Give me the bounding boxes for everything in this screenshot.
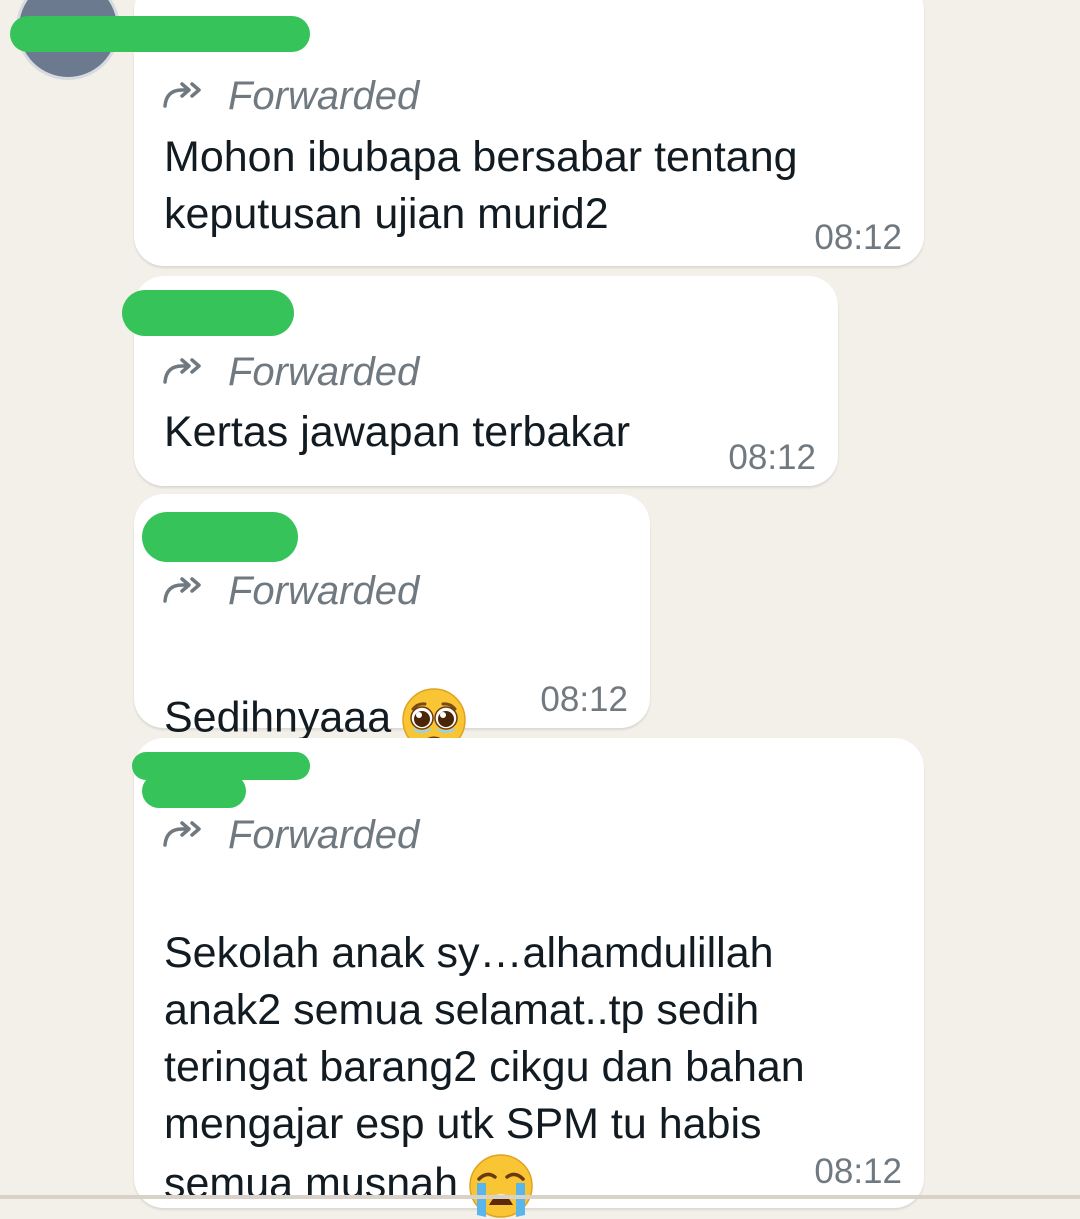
- message-text-line: Sedihnyaaa: [164, 630, 467, 753]
- message-bubble-2[interactable]: Forwarded Kertas jawapan terbakar 08:12: [122, 276, 838, 486]
- message-text: Kertas jawapan terbakar: [164, 408, 631, 456]
- screen-bottom-edge: [0, 1195, 1080, 1199]
- message-text-block: Sekolah anak sy…alhamdulillah anak2 semu…: [164, 868, 805, 1219]
- message-time: 08:12: [540, 680, 628, 719]
- forwarded-icon: [163, 577, 201, 603]
- message-bubble-3[interactable]: Forwarded Sedihnyaaa 08:12: [134, 494, 650, 752]
- redacted-sender-name-part: [142, 774, 246, 808]
- redacted-sender-name: [122, 290, 294, 336]
- forwarded-text: Forwarded: [228, 568, 420, 613]
- forwarded-label: Forwarded: [162, 349, 419, 395]
- message-bubble-4[interactable]: Forwarded Sekolah anak sy…alhamdulillah …: [132, 738, 924, 1218]
- message-time: 08:12: [728, 438, 816, 477]
- redacted-sender-name: [10, 16, 310, 52]
- redacted-sender-name: [142, 512, 298, 562]
- forwarded-label: Forwarded: [162, 568, 419, 614]
- forwarded-text: Forwarded: [228, 349, 420, 394]
- forwarded-icon: [163, 358, 201, 384]
- loudly-crying-face-emoji-icon: [468, 1153, 534, 1219]
- forwarded-label: Forwarded: [162, 812, 419, 858]
- message-bubble-1[interactable]: Forwarded Mohon ibubapa bersabar tentang…: [10, 0, 924, 266]
- message-text: Mohon ibubapa bersabar tentang keputusan…: [164, 133, 798, 238]
- message-time: 08:12: [814, 1152, 902, 1191]
- forwarded-label: Forwarded: [162, 73, 419, 119]
- forwarded-icon: [163, 82, 201, 108]
- message-text: Sedihnyaaa: [164, 693, 392, 742]
- forwarded-text: Forwarded: [228, 812, 420, 857]
- forwarded-text: Forwarded: [228, 73, 420, 118]
- message-time: 08:12: [814, 218, 902, 257]
- forwarded-icon: [163, 821, 201, 847]
